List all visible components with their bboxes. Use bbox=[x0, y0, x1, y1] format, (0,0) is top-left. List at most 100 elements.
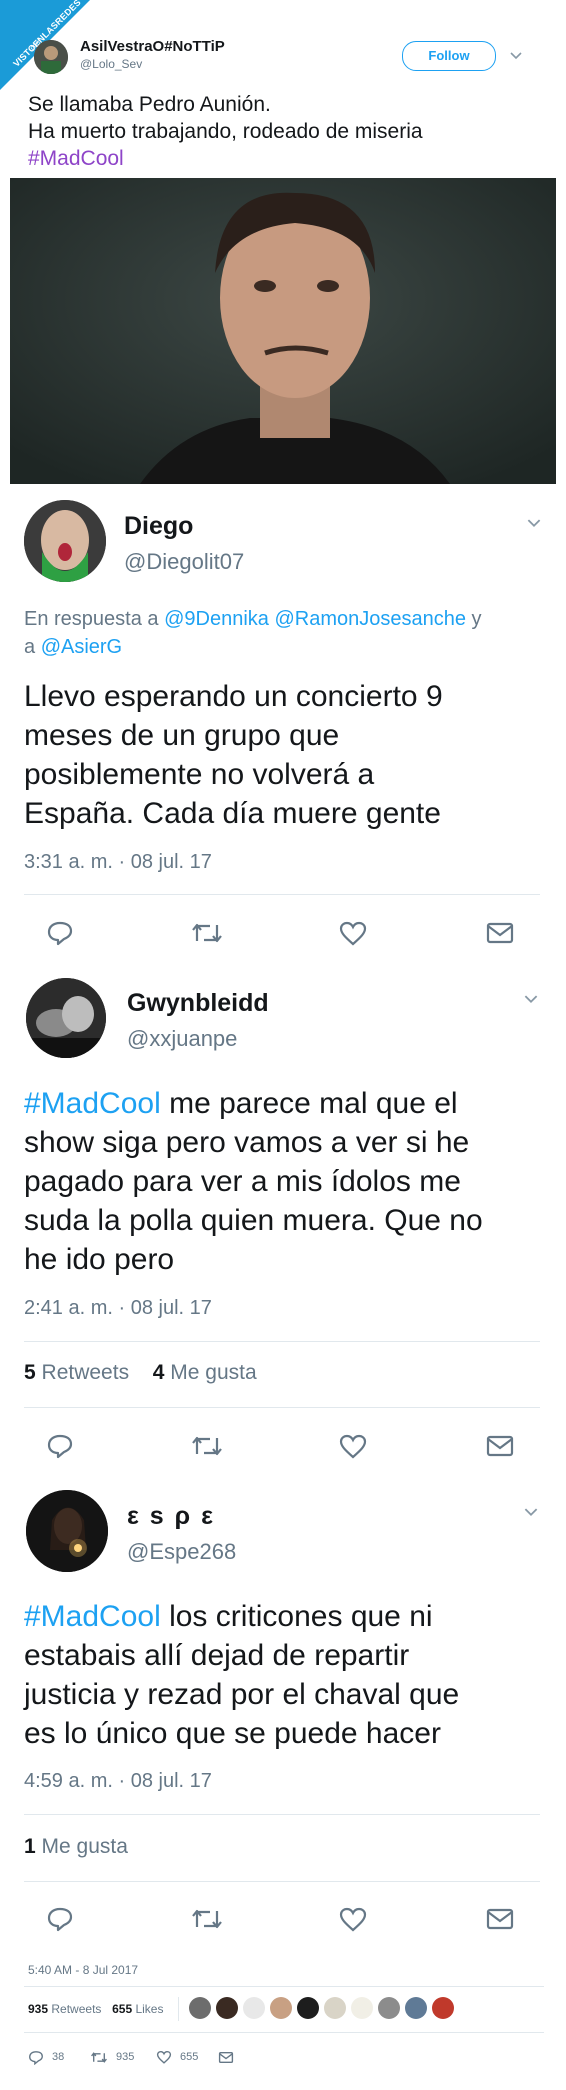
hashtag-link[interactable]: #MadCool bbox=[24, 1087, 161, 1120]
main-author-handle[interactable]: @Lolo_Sev bbox=[80, 57, 142, 71]
main-tweet-stats: 935 Retweets 655 Likes bbox=[28, 2002, 163, 2016]
reply1-timestamp[interactable]: 3:31 a. m. · 08 jul. 17 bbox=[24, 851, 212, 874]
liker-avatar[interactable] bbox=[216, 1997, 238, 2019]
text-line: Llevo esperando un concierto 9 bbox=[24, 680, 443, 713]
text-line: suda la polla quien muera. Que no bbox=[24, 1204, 483, 1237]
avatar-image bbox=[26, 978, 106, 1058]
reply1-handle[interactable]: @Diegolit07 bbox=[124, 549, 244, 575]
liker-avatar[interactable] bbox=[324, 1997, 346, 2019]
reply-icon[interactable] bbox=[40, 1428, 80, 1464]
main-tweet-actions: 38 935 655 bbox=[28, 2045, 234, 2069]
a-word: a bbox=[24, 636, 36, 658]
text-line: estabais allí dejad de repartir bbox=[24, 1639, 410, 1672]
like-icon[interactable] bbox=[333, 915, 373, 951]
chevron-down-icon[interactable] bbox=[527, 519, 541, 528]
liker-avatar[interactable] bbox=[351, 1997, 373, 2019]
like-icon[interactable] bbox=[156, 2050, 172, 2064]
chevron-down-icon[interactable] bbox=[524, 995, 538, 1004]
main-author-avatar[interactable] bbox=[34, 40, 68, 74]
retweets-count[interactable]: 5 bbox=[24, 1361, 36, 1384]
chevron-down-icon[interactable] bbox=[524, 1508, 538, 1517]
like-count: 655 bbox=[180, 2051, 199, 2063]
message-icon[interactable] bbox=[480, 1901, 520, 1937]
message-icon[interactable] bbox=[218, 2051, 234, 2064]
liker-avatar[interactable] bbox=[405, 1997, 427, 2019]
and-word: y bbox=[471, 608, 482, 630]
message-icon[interactable] bbox=[480, 1428, 520, 1464]
retweet-icon[interactable] bbox=[90, 2051, 108, 2064]
liker-avatars bbox=[178, 1997, 454, 2021]
reply2-name[interactable]: Gwynbleidd bbox=[127, 989, 269, 1018]
reply3-text: #MadCool los criticones que ni estabais … bbox=[24, 1597, 544, 1753]
like-icon[interactable] bbox=[333, 1901, 373, 1937]
retweet-icon[interactable] bbox=[187, 915, 227, 951]
liker-avatar[interactable] bbox=[189, 1997, 211, 2019]
reply-icon[interactable] bbox=[28, 2050, 44, 2065]
text-line: show siga pero vamos a ver si he bbox=[24, 1126, 470, 1159]
mention-link[interactable]: @AsierG bbox=[41, 636, 122, 658]
reply1-avatar[interactable] bbox=[24, 500, 106, 582]
divider bbox=[24, 2032, 544, 2033]
text-line: #MadCool me parece mal que el bbox=[24, 1084, 544, 1123]
reply3-name[interactable]: ε s ρ ε bbox=[127, 1502, 215, 1531]
mention-link[interactable]: @9Dennika bbox=[164, 608, 269, 630]
reply1-in-reply-to: En respuesta a @9Dennika @RamonJosesanch… bbox=[24, 605, 544, 661]
liker-avatar[interactable] bbox=[270, 1997, 292, 2019]
portrait-image bbox=[10, 178, 556, 484]
text-line: España. Cada día muere gente bbox=[24, 797, 441, 830]
divider bbox=[24, 1986, 544, 1987]
liker-avatar[interactable] bbox=[378, 1997, 400, 2019]
retweet-icon[interactable] bbox=[187, 1901, 227, 1937]
likes-label[interactable]: Me gusta bbox=[170, 1361, 256, 1384]
retweets-label[interactable]: Retweets bbox=[42, 1361, 130, 1384]
hashtag-link[interactable]: #MadCool bbox=[24, 1600, 161, 1633]
liker-avatar[interactable] bbox=[432, 1997, 454, 2019]
tweet-photo[interactable] bbox=[10, 178, 556, 484]
divider bbox=[24, 894, 540, 895]
text-fragment: los criticones que ni bbox=[160, 1600, 433, 1633]
retweets-label[interactable]: Retweets bbox=[51, 2002, 101, 2016]
reply2-avatar[interactable] bbox=[26, 978, 106, 1058]
text-line: pagado para ver a mis ídolos me bbox=[24, 1165, 461, 1198]
chevron-down-icon[interactable] bbox=[510, 52, 522, 60]
avatar-image bbox=[34, 40, 68, 74]
reply1-actions bbox=[40, 915, 520, 951]
reply3-actions bbox=[40, 1901, 520, 1937]
main-tweet-line2: Ha muerto trabajando, rodeado de miseria bbox=[28, 120, 423, 143]
retweet-count: 935 bbox=[116, 2051, 135, 2063]
message-icon[interactable] bbox=[480, 915, 520, 951]
retweets-count[interactable]: 935 bbox=[28, 2002, 48, 2016]
divider bbox=[24, 1881, 540, 1882]
reply3-handle[interactable]: @Espe268 bbox=[127, 1539, 236, 1565]
main-tweet-hashtag[interactable]: #MadCool bbox=[28, 147, 124, 171]
liker-avatar[interactable] bbox=[297, 1997, 319, 2019]
main-tweet-line1: Se llamaba Pedro Aunión. bbox=[28, 93, 271, 116]
likes-count[interactable]: 4 bbox=[153, 1361, 165, 1384]
reply3-timestamp[interactable]: 4:59 a. m. · 08 jul. 17 bbox=[24, 1770, 212, 1793]
like-icon[interactable] bbox=[333, 1428, 373, 1464]
avatar-image bbox=[26, 1490, 108, 1572]
reply2-handle[interactable]: @xxjuanpe bbox=[127, 1026, 237, 1052]
reply3-avatar[interactable] bbox=[26, 1490, 108, 1572]
liker-avatar[interactable] bbox=[243, 1997, 265, 2019]
divider bbox=[24, 1407, 540, 1408]
likes-label[interactable]: Likes bbox=[135, 2002, 163, 2016]
text-line: es lo único que se puede hacer bbox=[24, 1717, 441, 1750]
reply1-name[interactable]: Diego bbox=[124, 512, 193, 541]
retweet-icon[interactable] bbox=[187, 1428, 227, 1464]
follow-button[interactable]: Follow bbox=[402, 41, 496, 71]
likes-count[interactable]: 1 bbox=[24, 1835, 36, 1858]
likes-count[interactable]: 655 bbox=[112, 2002, 132, 2016]
likes-label[interactable]: Me gusta bbox=[42, 1835, 128, 1858]
reply-icon[interactable] bbox=[40, 915, 80, 951]
avatar-image bbox=[24, 500, 106, 582]
reply1-text: Llevo esperando un concierto 9 meses de … bbox=[24, 677, 544, 833]
reply-icon[interactable] bbox=[40, 1901, 80, 1937]
text-line: #MadCool los criticones que ni bbox=[24, 1597, 544, 1636]
divider bbox=[24, 1814, 540, 1815]
reply-count: 38 bbox=[52, 2051, 65, 2063]
reply2-timestamp[interactable]: 2:41 a. m. · 08 jul. 17 bbox=[24, 1297, 212, 1320]
main-author-name[interactable]: AsilVestraO#NoTTiP bbox=[80, 38, 225, 55]
mention-link[interactable]: @RamonJosesanche bbox=[274, 608, 466, 630]
main-tweet-timestamp[interactable]: 5:40 AM - 8 Jul 2017 bbox=[28, 1963, 138, 1977]
